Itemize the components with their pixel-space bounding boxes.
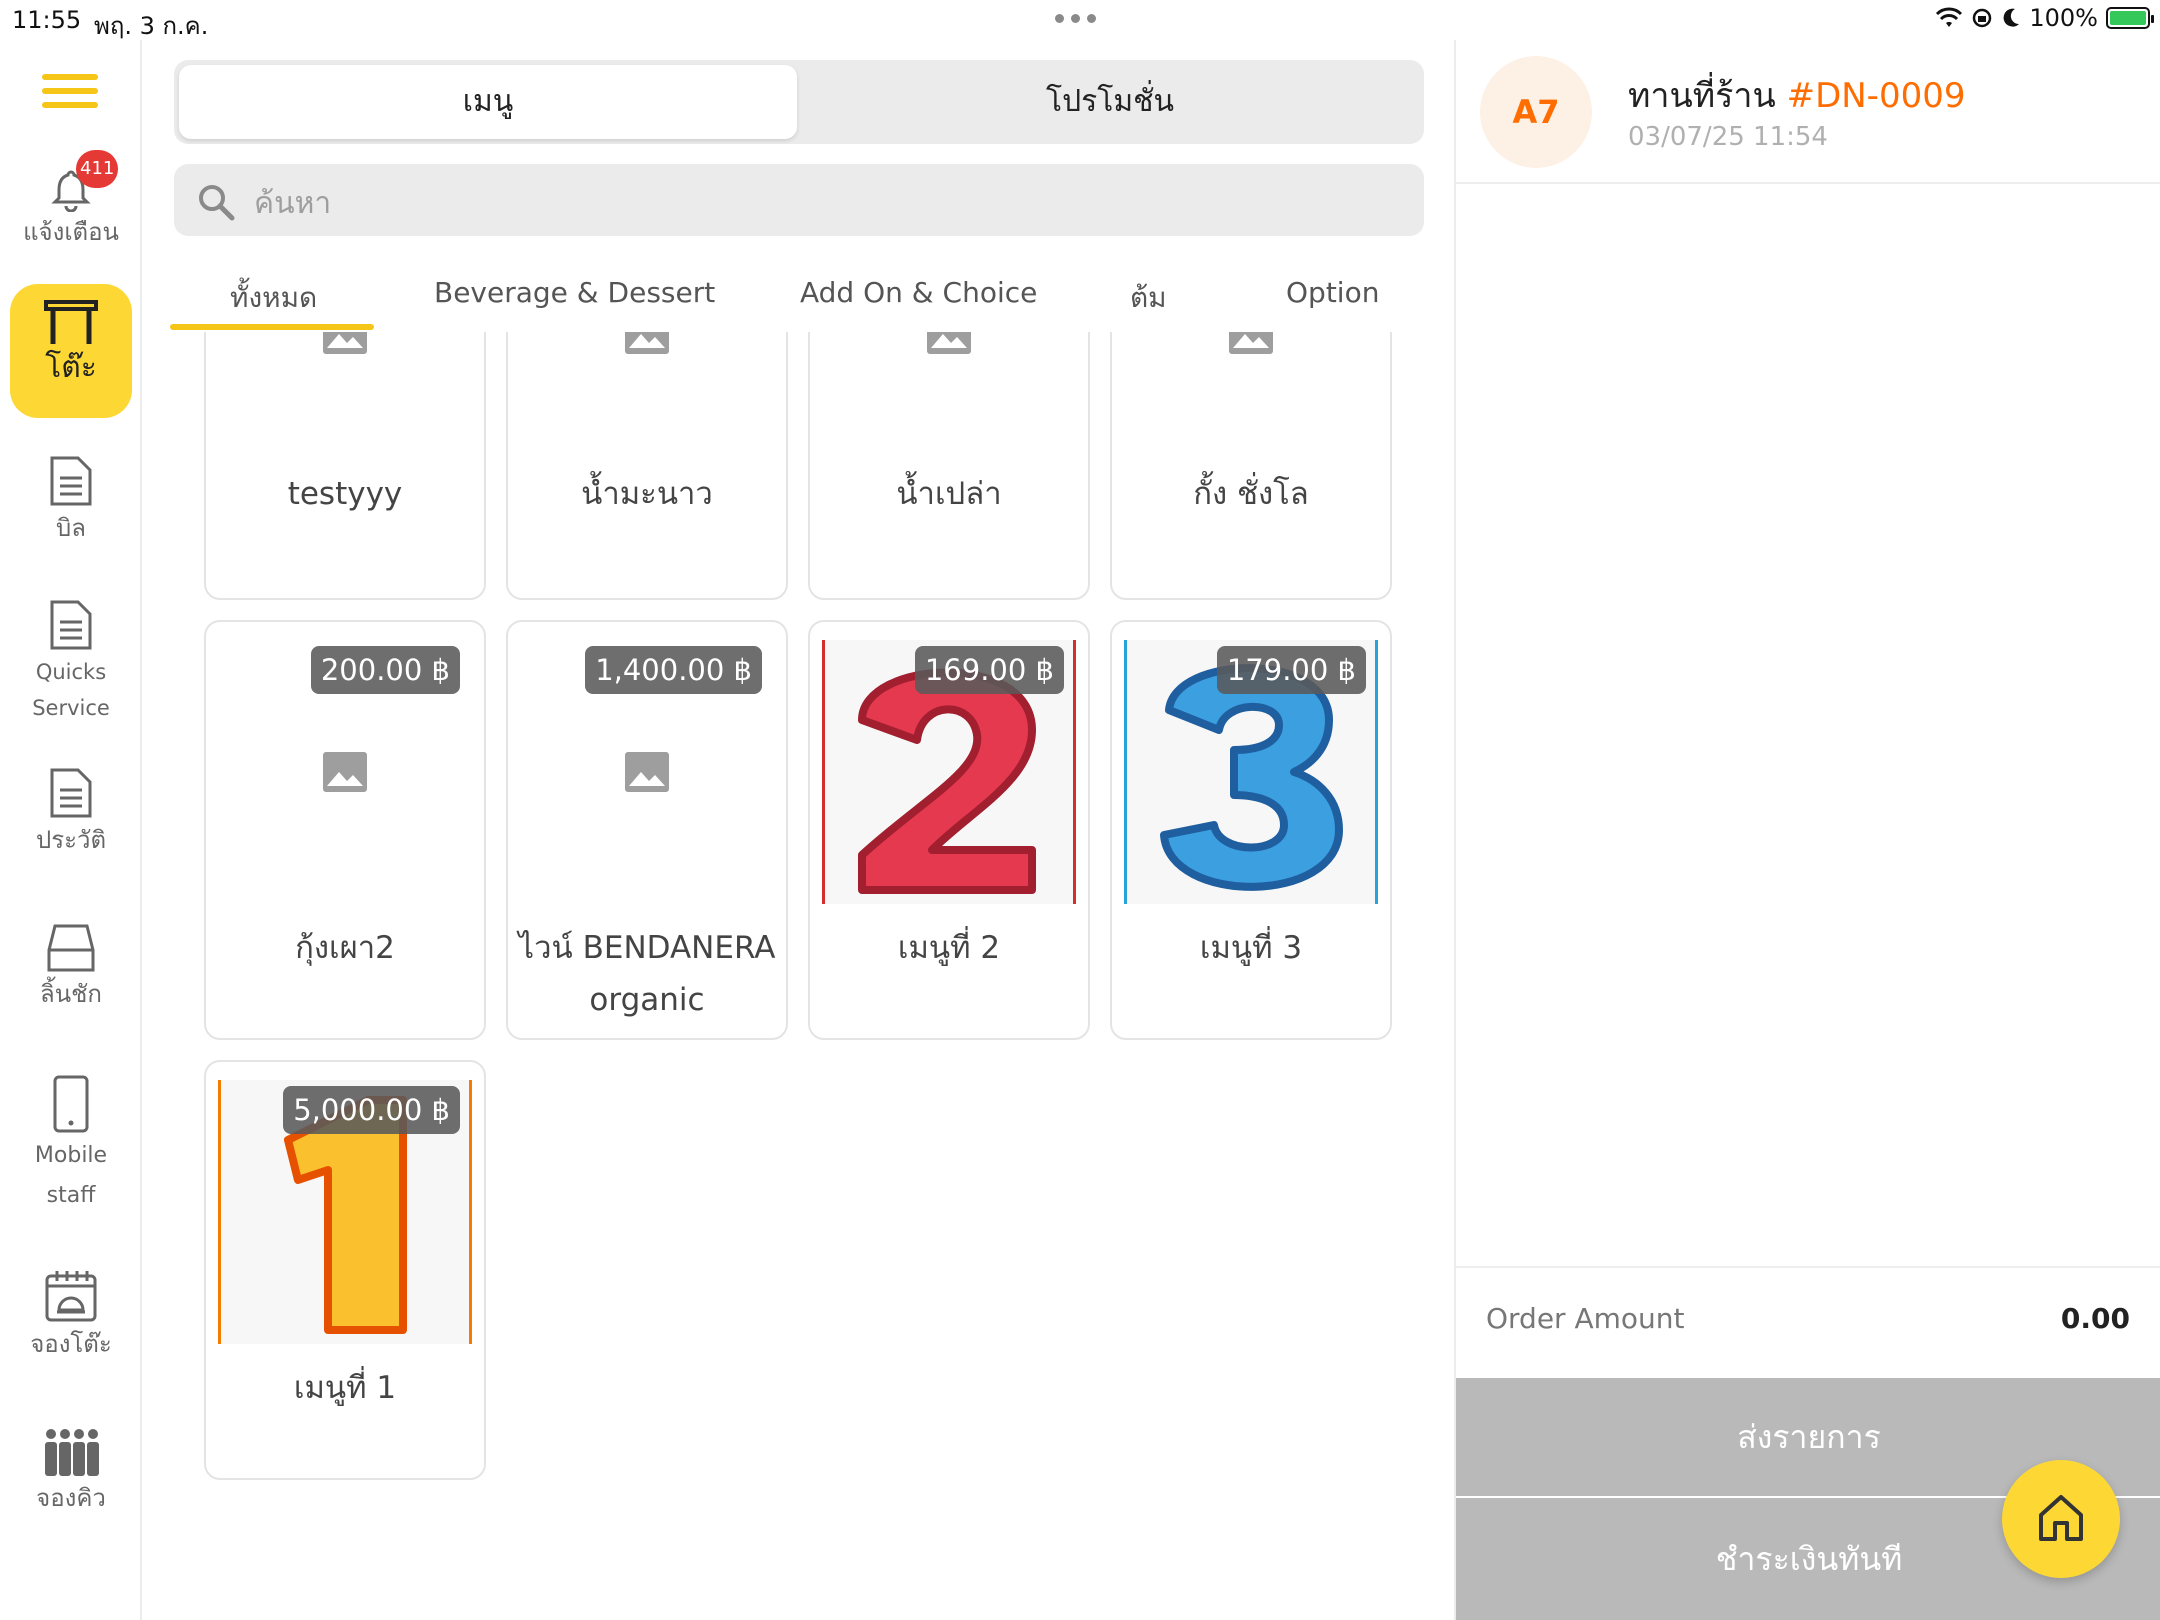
tab-promotion[interactable]: โปรโมชั่น: [801, 65, 1419, 139]
search-placeholder: ค้นหา: [254, 186, 332, 221]
order-datetime: 03/07/25 11:54: [1628, 122, 1828, 152]
search-input[interactable]: ค้นหา: [174, 164, 1424, 236]
table-icon: [44, 300, 98, 344]
order-number: #DN-0009: [1786, 76, 1966, 116]
menu-item-card[interactable]: 169.00 ฿ เมนูที่ 2: [808, 620, 1090, 1040]
status-time: 11:55: [12, 6, 82, 34]
calendar-icon: [45, 1271, 97, 1322]
menu-item-name: กุ้งเผา2: [295, 930, 395, 966]
home-button[interactable]: [2002, 1460, 2120, 1578]
menu-item-card[interactable]: testyyy: [204, 332, 486, 600]
menu-item-name: เมนูที่ 3: [1199, 930, 1303, 966]
image-placeholder-icon: [625, 332, 669, 354]
home-icon: [2039, 1495, 2083, 1541]
price-badge: 169.00 ฿: [914, 646, 1064, 694]
sidebar-item-label: Mobile staff: [34, 1143, 108, 1208]
menu-item-name: ไวน์ BENDANERA organic: [518, 930, 776, 1018]
search-icon: [199, 185, 235, 221]
price-badge: 200.00 ฿: [310, 646, 460, 694]
menu-promotion-toggle: เมนู โปรโมชั่น: [174, 60, 1424, 144]
menu-item-card[interactable]: 179.00 ฿ เมนูที่ 3: [1110, 620, 1392, 1040]
drawer-icon: [47, 924, 95, 972]
status-indicators: 100%: [1935, 4, 2154, 32]
sidebar-item-label: ประวัติ: [35, 826, 107, 854]
sidebar-item-label: ลิ้นชัก: [40, 980, 102, 1008]
menu-item-name: กั้ง ชั่งโล: [1193, 476, 1309, 512]
category-tab-option[interactable]: Option: [1286, 276, 1379, 309]
category-tab-addon-choice[interactable]: Add On & Choice: [800, 276, 1037, 309]
divider: [1456, 1266, 2160, 1268]
category-tab-all[interactable]: ทั้งหมด: [230, 276, 317, 320]
sidebar-item-queue[interactable]: จองคิว: [10, 1426, 132, 1516]
menu-item-card[interactable]: น้ำมะนาว: [506, 332, 788, 600]
menu-item-card[interactable]: 5,000.00 ฿ เมนูที่ 1: [204, 1060, 486, 1480]
sidebar-item-drawer[interactable]: ลิ้นชัก: [10, 922, 132, 1012]
hamburger-menu-icon[interactable]: [42, 74, 98, 116]
divider: [1456, 182, 2160, 184]
sidebar-item-mobile-staff[interactable]: Mobile staff: [10, 1074, 132, 1216]
order-amount-label: Order Amount: [1486, 1302, 1685, 1335]
sidebar-item-label: Quicks Service: [32, 660, 110, 720]
table-avatar: A7: [1480, 56, 1592, 168]
menu-item-name: น้ำเปล่า: [896, 476, 1002, 512]
order-panel: A7 ทานที่ร้าน #DN-0009 03/07/25 11:54 Or…: [1454, 40, 2160, 1620]
sidebar-item-label: โต๊ะ: [45, 350, 97, 385]
image-placeholder-icon: [323, 752, 367, 792]
order-title: ทานที่ร้าน #DN-0009: [1628, 68, 1965, 122]
menu-item-name: น้ำมะนาว: [581, 476, 713, 512]
category-tabs: ทั้งหมด Beverage & Dessert Add On & Choi…: [170, 270, 1430, 332]
tab-menu[interactable]: เมนู: [179, 65, 797, 139]
sidebar-item-label: บิล: [56, 514, 86, 542]
sidebar-item-label: แจ้งเตือน: [23, 218, 119, 246]
sidebar-item-bills[interactable]: บิล: [10, 454, 132, 546]
image-placeholder-icon: [1229, 332, 1273, 354]
price-badge: 5,000.00 ฿: [283, 1086, 460, 1134]
image-placeholder-icon: [927, 332, 971, 354]
menu-item-name: เมนูที่ 2: [897, 930, 1001, 966]
status-bar: 11:55 พฤ. 3 ก.ค. 100%: [0, 0, 2160, 40]
sidebar-item-label: จองโต๊ะ: [30, 1330, 112, 1358]
menu-item-card[interactable]: 1,400.00 ฿ ไวน์ BENDANERA organic: [506, 620, 788, 1040]
sidebar: แจ้งเตือน 411 โต๊ะ บิล Quicks Service ปร…: [0, 40, 142, 1620]
rotation-lock-icon: [1973, 8, 1992, 28]
menu-item-name: testyyy: [287, 476, 403, 512]
sidebar-item-tables[interactable]: โต๊ะ: [10, 284, 132, 418]
price-badge: 179.00 ฿: [1216, 646, 1366, 694]
battery-percent: 100%: [2029, 4, 2098, 32]
sidebar-item-table-booking[interactable]: จองโต๊ะ: [10, 1268, 132, 1362]
battery-icon: [2106, 7, 2154, 29]
multitasking-dots-icon[interactable]: [1055, 14, 1096, 23]
price-badge: 1,400.00 ฿: [585, 646, 762, 694]
menu-grid: testyyy น้ำมะนาว น้ำเปล่า กั้ง ชั่งโล 20…: [170, 332, 1430, 1620]
sidebar-item-quick-service[interactable]: Quicks Service: [10, 598, 132, 726]
notification-badge: 411: [76, 150, 119, 188]
sidebar-item-history[interactable]: ประวัติ: [10, 766, 132, 858]
category-tab-boil[interactable]: ต้ม: [1130, 276, 1167, 320]
mobile-icon: [53, 1075, 89, 1133]
image-placeholder-icon: [323, 332, 367, 354]
menu-item-name: เมนูที่ 1: [293, 1370, 397, 1406]
moon-icon: [2003, 8, 2020, 27]
sidebar-item-label: จองคิว: [36, 1484, 106, 1512]
order-amount-value: 0.00: [2060, 1302, 2130, 1335]
category-tab-beverage-dessert[interactable]: Beverage & Dessert: [434, 276, 715, 309]
document-icon: [50, 600, 92, 650]
queue-people-icon: [45, 1429, 99, 1476]
wifi-icon: [1936, 7, 1963, 27]
document-icon: [50, 768, 92, 818]
menu-item-card[interactable]: กั้ง ชั่งโล: [1110, 332, 1392, 600]
active-tab-indicator: [170, 324, 374, 330]
order-type: ทานที่ร้าน: [1628, 76, 1776, 116]
menu-item-card[interactable]: 200.00 ฿ กุ้งเผา2: [204, 620, 486, 1040]
document-icon: [50, 456, 92, 506]
menu-item-card[interactable]: น้ำเปล่า: [808, 332, 1090, 600]
image-placeholder-icon: [625, 752, 669, 792]
